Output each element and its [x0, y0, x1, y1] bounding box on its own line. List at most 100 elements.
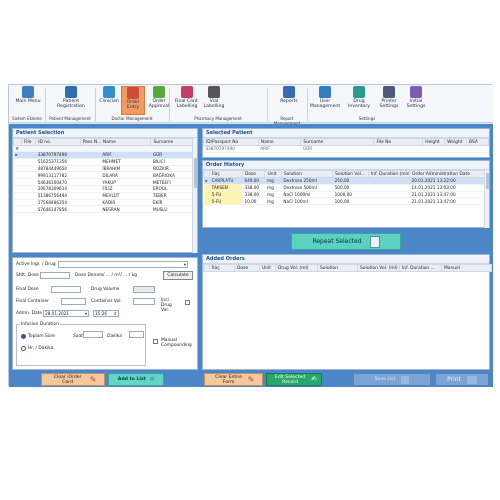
- table-cell: [80, 165, 101, 173]
- selected-patient-col-header-0[interactable]: ID/Passport No: [203, 138, 259, 146]
- table-cell: FİLİZ: [100, 185, 151, 193]
- table-row[interactable]: 51625371356 MEHMET BILICI: [13, 158, 197, 166]
- selected-patient-col-header-4[interactable]: Height: [422, 138, 446, 146]
- dose-denom-options[interactable]: / ... / m²/ ... / kg: [103, 273, 137, 278]
- table-row[interactable]: 48784449650 İBRAHIM BOZKIR: [13, 165, 197, 173]
- calculate-button[interactable]: Calculate: [163, 271, 193, 280]
- repeat-selected-label: Repeat Selected: [312, 238, 362, 245]
- admin-date-input[interactable]: 28.01.2021 ▾: [43, 310, 89, 317]
- inventory-icon: [353, 86, 365, 98]
- table-cell: Dextrose 500ml: [281, 184, 333, 192]
- patient-col-header-0[interactable]: File: [21, 138, 37, 146]
- patient-col-header-1[interactable]: ID no.: [35, 138, 81, 146]
- added-orders-col-header-1[interactable]: Dose: [234, 264, 260, 272]
- printer-settings-button[interactable]: Printer Settings: [377, 86, 401, 115]
- order-history-title: Order History: [203, 161, 489, 170]
- drug-volume-input[interactable]: [133, 286, 155, 293]
- table-row[interactable]: TAKSEN 338,00 mg Dextrose 500ml 500,00 14.01.…: [203, 184, 489, 192]
- order-history-col-header-1[interactable]: Dose: [241, 170, 266, 178]
- added-orders-col-header-6[interactable]: Inf. Duration ...: [399, 264, 442, 272]
- table-row[interactable]: 51386756494 MEVLÜT TEBER: [13, 192, 197, 200]
- container-vol-input[interactable]: [133, 298, 155, 305]
- edit-selected-record-button[interactable]: Edit Selected Record ✍: [266, 373, 322, 386]
- ribbon-label: Order Entry: [126, 100, 140, 110]
- table-cell: mg: [264, 191, 282, 199]
- clear-order-card-button[interactable]: Clear iOrder Card ✎: [41, 373, 105, 386]
- order-history-col-header-4[interactable]: Solution Vol...: [332, 170, 369, 178]
- order-approval-button[interactable]: Order Approval: [147, 86, 171, 115]
- table-row[interactable]: 57646147856 NESRAN MUSLU: [13, 205, 197, 214]
- added-orders-col-header-0[interactable]: İlaç: [209, 264, 235, 272]
- patient-col-header-4[interactable]: Surname: [150, 138, 197, 146]
- selected-patient-col-header-6[interactable]: BSA: [466, 138, 489, 146]
- row-indicator: [13, 165, 22, 173]
- add-to-list-button[interactable]: Add to List ▤: [108, 373, 164, 386]
- order-history-col-header-5[interactable]: Inf. Duration (min): [368, 170, 410, 178]
- added-orders-col-header-2[interactable]: Unit: [259, 264, 276, 272]
- added-orders-col-header-5[interactable]: Solution Vol. (ml): [357, 264, 400, 272]
- table-row[interactable]: 5-FU 10,00 mg NaCl 100ml 100,00 21.01.2021 13…: [203, 197, 489, 206]
- initial-settings-button[interactable]: Initial Settings: [403, 86, 429, 115]
- order-history-panel: Order History İlaç Dose Unit Solution Soluti…: [202, 160, 490, 228]
- selected-patient-col-header-5[interactable]: Weight: [444, 138, 468, 146]
- std-dose-input[interactable]: [40, 272, 70, 279]
- hr-min-radio[interactable]: [21, 346, 26, 351]
- table-row[interactable]: 99913117782 DILARA BAĞRIOKA: [13, 171, 197, 180]
- patient-registration-button[interactable]: Patient Registration: [49, 86, 93, 115]
- table-row[interactable]: 17568486354 KADIR EKİR: [13, 199, 197, 207]
- order-history-scrollbar[interactable]: [484, 170, 489, 228]
- table-cell: EKİR: [150, 199, 197, 207]
- order-entry-button[interactable]: Order Entry: [121, 86, 145, 115]
- drug-inventory-button[interactable]: Drug Inventory: [343, 86, 375, 115]
- selected-patient-col-header-2[interactable]: Surname: [300, 138, 375, 146]
- table-cell: 17568486354: [35, 199, 81, 207]
- table-cell: 5-FU: [209, 191, 243, 199]
- calendar-icon[interactable]: ▾: [85, 311, 87, 317]
- patient-col-header-2[interactable]: Pass.N...: [79, 138, 101, 146]
- order-history-col-header-6[interactable]: Order Administration Date: [409, 170, 489, 178]
- manual-compounding-checkbox[interactable]: [153, 339, 158, 344]
- table-cell: ARIF: [100, 151, 151, 159]
- patient-scrollbar[interactable]: [192, 138, 197, 253]
- final-container-input[interactable]: [61, 298, 86, 305]
- added-orders-col-header-3[interactable]: Drug Vol. (ml): [275, 264, 318, 272]
- spinner-icon[interactable]: ⇕: [113, 311, 117, 317]
- order-history-col-header-3[interactable]: Solution: [280, 170, 334, 178]
- selected-patient-col-header-3[interactable]: File No: [373, 138, 424, 146]
- added-orders-col-header-4[interactable]: Solution: [317, 264, 358, 272]
- selected-patient-col-header-1[interactable]: Name: [257, 138, 302, 146]
- clinician-button[interactable]: Clinician: [97, 86, 121, 115]
- row-indicator-header: [12, 138, 23, 146]
- repeat-selected-button[interactable]: Repeat Selected: [291, 233, 401, 250]
- final-dose-input[interactable]: [51, 286, 81, 293]
- ribbon-label: Final Cont. Labelling: [174, 99, 200, 109]
- saat-input[interactable]: [83, 331, 103, 338]
- order-history-col-header-2[interactable]: Unit: [264, 170, 282, 178]
- incl-drug-vol-checkbox[interactable]: [185, 300, 190, 305]
- table-cell: YAKUP: [100, 178, 151, 186]
- dakika-input[interactable]: [129, 331, 144, 338]
- reports-button[interactable]: Reports: [271, 86, 307, 115]
- table-row[interactable]: ▸ 33870797490 ARIF GÜR: [13, 151, 197, 159]
- table-cell: 20678309614: [35, 185, 81, 193]
- table-row[interactable]: 54636100470 YAKUP METEEFI: [13, 178, 197, 186]
- final-cont-labelling-button[interactable]: Final Cont. Labelling: [173, 86, 201, 115]
- added-orders-col-header-7[interactable]: Manuel: [441, 264, 492, 272]
- save-list-button[interactable]: Save List: [353, 373, 431, 386]
- table-cell: İBRAHIM: [100, 165, 151, 173]
- print-button[interactable]: Print: [435, 373, 489, 386]
- table-row[interactable]: 5-FU 338,00 mg NaCl 1000ml 1000,00 21.01.2021…: [203, 191, 489, 199]
- order-history-col-header-0[interactable]: İlaç: [209, 170, 243, 178]
- clear-entire-form-button[interactable]: Clear Entire Form ✎: [204, 373, 263, 386]
- active-ingr-select[interactable]: ▾: [58, 261, 188, 268]
- user-management-button[interactable]: User Management: [309, 86, 341, 115]
- table-row[interactable]: ▸ CARPLATU 649,00 mg Dextrose 250ml 250,00 20.…: [203, 177, 489, 185]
- admin-time-input[interactable]: 15:26 ⇕: [93, 310, 119, 317]
- patient-col-header-3[interactable]: Name: [99, 138, 152, 146]
- table-cell: [368, 191, 410, 199]
- total-radio[interactable]: [21, 334, 26, 339]
- table-row[interactable]: 20678309614 FİLİZ EROGL: [13, 185, 197, 193]
- table-cell: [368, 184, 410, 192]
- vial-labelling-button[interactable]: Vial Labelling: [201, 86, 227, 115]
- main-menu-button[interactable]: Main Menu: [11, 86, 45, 115]
